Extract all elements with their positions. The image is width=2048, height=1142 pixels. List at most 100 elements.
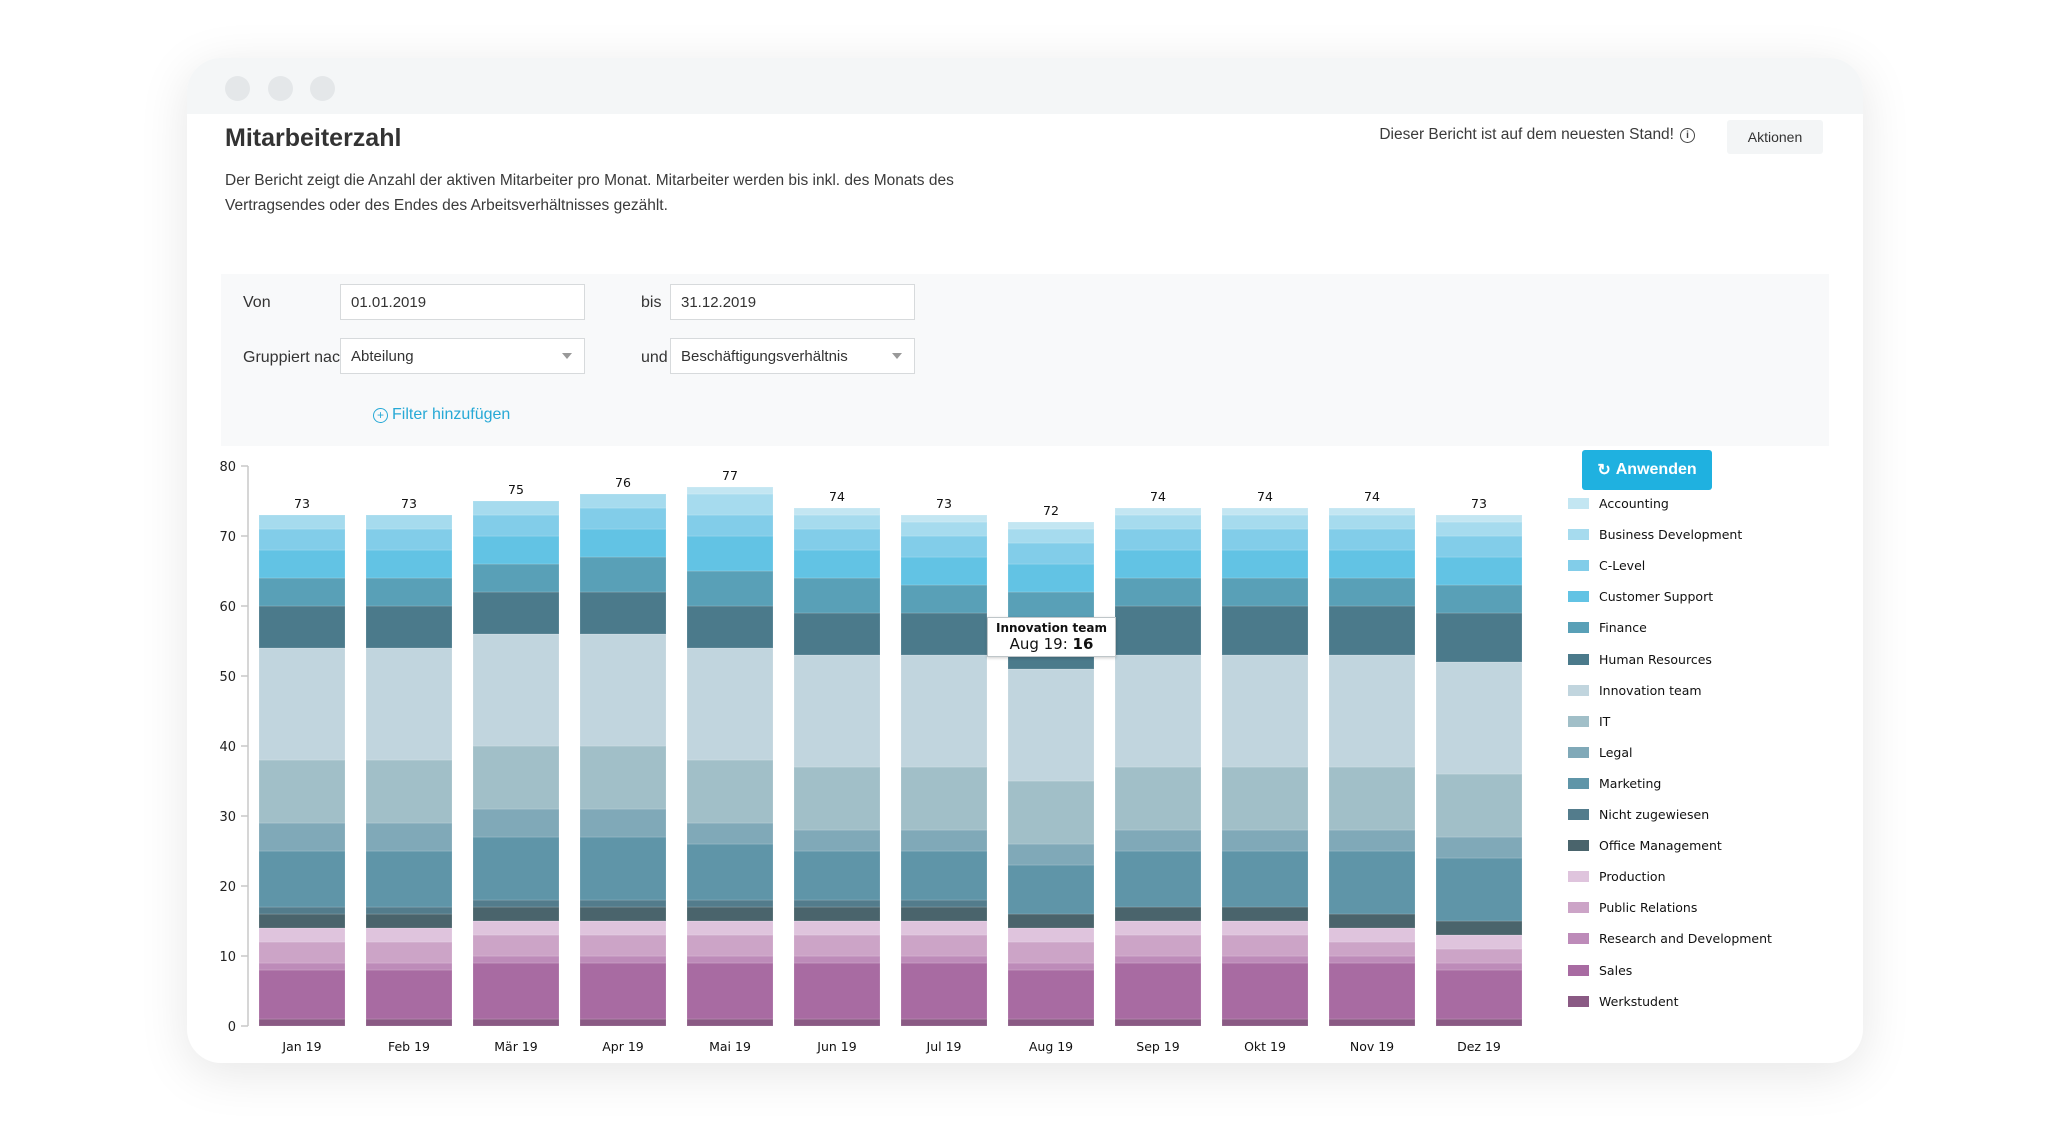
bar-segment[interactable] xyxy=(472,906,560,922)
bar-segment[interactable] xyxy=(1114,1018,1202,1027)
bar-segment[interactable] xyxy=(900,766,988,831)
bar-segment[interactable] xyxy=(579,493,667,509)
legend-item[interactable]: Human Resources xyxy=(1568,652,1712,667)
bar-segment[interactable] xyxy=(1114,962,1202,1020)
bar-segment[interactable] xyxy=(793,1018,881,1027)
bar-segment[interactable] xyxy=(258,822,346,852)
bar-segment[interactable] xyxy=(1435,948,1523,964)
bar-segment[interactable] xyxy=(1114,829,1202,852)
bar-segment[interactable] xyxy=(1328,514,1416,530)
bar-segment[interactable] xyxy=(793,549,881,579)
bar-segment[interactable] xyxy=(1114,577,1202,607)
bar-segment[interactable] xyxy=(1435,535,1523,558)
bar-segment[interactable] xyxy=(1328,941,1416,957)
bar-segment[interactable] xyxy=(1114,654,1202,768)
bar-segment[interactable] xyxy=(1435,962,1523,971)
legend-item[interactable]: Production xyxy=(1568,869,1666,884)
bar-segment[interactable] xyxy=(472,955,560,964)
legend-item[interactable]: Marketing xyxy=(1568,776,1661,791)
bar-segment[interactable] xyxy=(1328,528,1416,551)
bar-segment[interactable] xyxy=(900,899,988,908)
legend-item[interactable]: Public Relations xyxy=(1568,900,1697,915)
bar-segment[interactable] xyxy=(900,962,988,1020)
bar-segment[interactable] xyxy=(579,507,667,530)
bar-segment[interactable] xyxy=(1007,962,1095,971)
bar-segment[interactable] xyxy=(1221,1018,1309,1027)
bar-segment[interactable] xyxy=(579,955,667,964)
bar-segment[interactable] xyxy=(900,1018,988,1027)
bar-segment[interactable] xyxy=(579,808,667,838)
bar-segment[interactable] xyxy=(793,899,881,908)
bar-segment[interactable] xyxy=(472,1018,560,1027)
bar-segment[interactable] xyxy=(1007,927,1095,943)
bar-segment[interactable] xyxy=(1328,766,1416,831)
bar-segment[interactable] xyxy=(365,962,453,971)
bar-segment[interactable] xyxy=(472,514,560,537)
bar-segment[interactable] xyxy=(579,836,667,901)
bar-segment[interactable] xyxy=(472,535,560,565)
bar-segment[interactable] xyxy=(365,850,453,908)
bar-segment[interactable] xyxy=(579,745,667,810)
bar-segment[interactable] xyxy=(579,934,667,957)
bar-segment[interactable] xyxy=(1221,549,1309,579)
bar-segment[interactable] xyxy=(793,577,881,614)
bar-segment[interactable] xyxy=(1435,969,1523,1020)
bar-segment[interactable] xyxy=(258,969,346,1020)
bar-segment[interactable] xyxy=(1114,549,1202,579)
bar-segment[interactable] xyxy=(258,941,346,964)
bar-segment[interactable] xyxy=(365,906,453,915)
bar-segment[interactable] xyxy=(1114,766,1202,831)
bar-segment[interactable] xyxy=(1007,542,1095,565)
bar-segment[interactable] xyxy=(793,766,881,831)
bar-segment[interactable] xyxy=(1114,934,1202,957)
bar-segment[interactable] xyxy=(1435,920,1523,936)
bar-segment[interactable] xyxy=(900,920,988,936)
bar-segment[interactable] xyxy=(1435,584,1523,614)
bar-segment[interactable] xyxy=(1435,773,1523,838)
bar-segment[interactable] xyxy=(1221,829,1309,852)
bar-segment[interactable] xyxy=(793,514,881,530)
legend-item[interactable]: Nicht zugewiesen xyxy=(1568,807,1709,822)
bar-segment[interactable] xyxy=(686,759,774,824)
bar-segment[interactable] xyxy=(1114,605,1202,656)
bar-segment[interactable] xyxy=(1007,1018,1095,1027)
bar-segment[interactable] xyxy=(1007,843,1095,866)
bar-segment[interactable] xyxy=(258,647,346,761)
bar-segment[interactable] xyxy=(1007,521,1095,530)
bar-segment[interactable] xyxy=(793,906,881,922)
bar-segment[interactable] xyxy=(1435,521,1523,537)
bar-segment[interactable] xyxy=(472,962,560,1020)
bar-segment[interactable] xyxy=(472,934,560,957)
bar-segment[interactable] xyxy=(1328,927,1416,943)
bar-segment[interactable] xyxy=(258,759,346,824)
bar-segment[interactable] xyxy=(900,654,988,768)
bar-segment[interactable] xyxy=(365,941,453,964)
bar-segment[interactable] xyxy=(472,920,560,936)
bar-segment[interactable] xyxy=(1007,864,1095,915)
bar-segment[interactable] xyxy=(258,913,346,929)
bar-segment[interactable] xyxy=(1221,654,1309,768)
legend-item[interactable]: C-Level xyxy=(1568,558,1645,573)
bar-segment[interactable] xyxy=(900,535,988,558)
bar-segment[interactable] xyxy=(1007,969,1095,1020)
legend-item[interactable]: Finance xyxy=(1568,620,1647,635)
bar-segment[interactable] xyxy=(365,969,453,1020)
bar-segment[interactable] xyxy=(900,829,988,852)
legend-item[interactable]: Legal xyxy=(1568,745,1633,760)
bar-segment[interactable] xyxy=(793,962,881,1020)
bar-segment[interactable] xyxy=(1114,514,1202,530)
bar-segment[interactable] xyxy=(1328,577,1416,607)
bar-segment[interactable] xyxy=(1221,766,1309,831)
bar-segment[interactable] xyxy=(793,612,881,656)
bar-segment[interactable] xyxy=(472,563,560,593)
bar-segment[interactable] xyxy=(579,1018,667,1027)
bar-segment[interactable] xyxy=(686,934,774,957)
bar-segment[interactable] xyxy=(258,906,346,915)
bar-segment[interactable] xyxy=(686,493,774,516)
bar-segment[interactable] xyxy=(365,927,453,943)
bar-segment[interactable] xyxy=(793,955,881,964)
legend-item[interactable]: Werkstudent xyxy=(1568,994,1678,1009)
bar-segment[interactable] xyxy=(686,920,774,936)
bar-segment[interactable] xyxy=(365,913,453,929)
bar-segment[interactable] xyxy=(365,759,453,824)
